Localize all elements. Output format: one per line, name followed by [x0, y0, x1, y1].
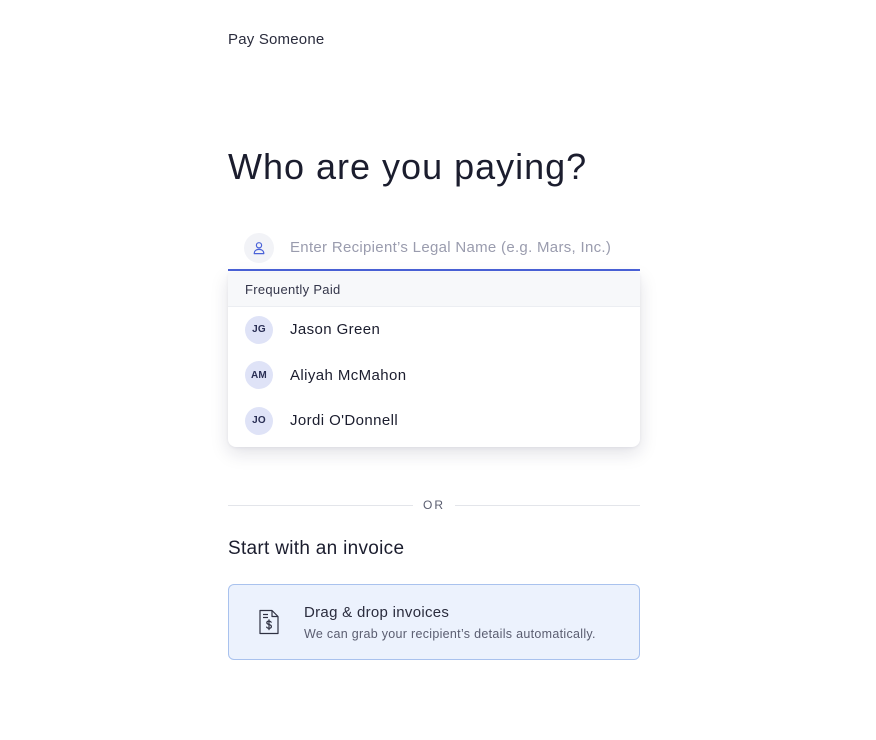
divider-line — [455, 504, 640, 506]
page-title: Who are you paying? — [228, 146, 588, 187]
recipient-option[interactable]: JO Jordi O'Donnell — [228, 398, 640, 444]
breadcrumb[interactable]: Pay Someone — [228, 31, 324, 48]
dropzone-text: Drag & drop invoices We can grab your re… — [304, 604, 596, 641]
avatar: JO — [245, 406, 273, 435]
dropdown-header: Frequently Paid — [228, 273, 640, 307]
divider-line — [228, 504, 413, 506]
dropzone-subtitle: We can grab your recipient’s details aut… — [304, 626, 596, 641]
pay-someone-page: Pay Someone Who are you paying? Frequent… — [0, 0, 876, 740]
divider-label: OR — [423, 498, 445, 512]
frequently-paid-dropdown: Frequently Paid JG Jason Green AM Aliyah… — [228, 273, 640, 447]
invoice-dollar-icon — [258, 608, 280, 636]
recipient-name: Jordi O'Donnell — [290, 412, 399, 430]
recipient-option[interactable]: JG Jason Green — [228, 307, 640, 353]
avatar: JG — [245, 315, 273, 344]
or-divider: OR — [228, 496, 640, 514]
recipient-name: Aliyah McMahon — [290, 366, 407, 384]
recipient-name-input[interactable] — [290, 239, 640, 256]
invoice-dropzone[interactable]: Drag & drop invoices We can grab your re… — [228, 584, 640, 660]
person-icon — [244, 232, 274, 263]
recipient-name: Jason Green — [290, 321, 381, 339]
recipient-option[interactable]: AM Aliyah McMahon — [228, 353, 640, 399]
invoice-section-title: Start with an invoice — [228, 538, 405, 559]
avatar: AM — [245, 361, 273, 390]
dropzone-title: Drag & drop invoices — [304, 603, 450, 621]
recipient-search — [228, 226, 640, 271]
